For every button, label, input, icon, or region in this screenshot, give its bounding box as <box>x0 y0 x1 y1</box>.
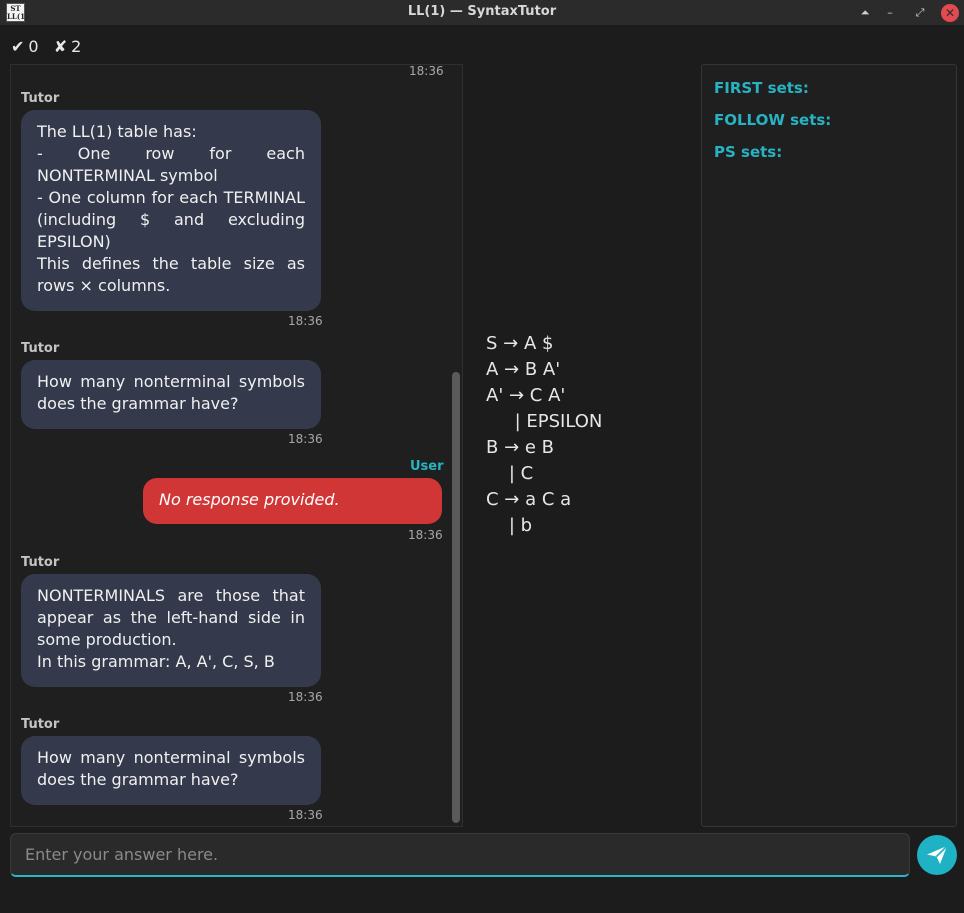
title-bar: ST LL(1) LL(1) — SyntaxTutor ⏶ – ⤢ ✕ <box>0 0 964 26</box>
answer-input[interactable] <box>10 833 910 877</box>
grammar-line: | b <box>486 515 533 536</box>
user-message-bubble: No response provided. <box>143 478 442 524</box>
message-sender: Tutor <box>21 91 60 106</box>
correct-icon: ✔ <box>11 37 25 56</box>
message-sender: Tutor <box>21 341 60 356</box>
chat-scrollbar-thumb[interactable] <box>452 372 460 823</box>
correct-count: 0 <box>28 37 39 56</box>
tutor-message-bubble: How many nonterminal symbols does the gr… <box>21 736 321 805</box>
grammar-display: S → A $ A → B A' A' → C A' | EPSILON B →… <box>486 331 602 539</box>
close-button[interactable]: ✕ <box>941 4 959 22</box>
first-sets-label: FIRST sets: <box>714 79 809 97</box>
chat-panel[interactable]: 18:36 Tutor The LL(1) table has: - One r… <box>10 64 463 827</box>
message-time: 18:36 <box>288 690 323 704</box>
message-sender-user: User <box>410 459 444 474</box>
grammar-line: | C <box>486 463 534 484</box>
grammar-line: C → a C a <box>486 489 572 510</box>
message-time: 18:36 <box>409 64 444 78</box>
minimize-button[interactable]: – <box>881 4 899 22</box>
window-title: LL(1) — SyntaxTutor <box>407 4 557 19</box>
send-button[interactable] <box>917 835 957 875</box>
maximize-button[interactable]: ⤢ <box>911 4 929 22</box>
score-counter: ✔ 0 ✘ 2 <box>11 37 85 56</box>
chat-scrollbar[interactable] <box>452 65 460 826</box>
keep-above-button[interactable]: ⏶ <box>856 4 874 22</box>
message-time: 18:36 <box>288 432 323 446</box>
grammar-line: A' → C A' <box>486 385 566 406</box>
tutor-message-bubble: How many nonterminal symbols does the gr… <box>21 360 321 429</box>
sets-panel: FIRST sets: FOLLOW sets: PS sets: <box>701 64 957 827</box>
grammar-line: A → B A' <box>486 359 561 380</box>
message-time: 18:36 <box>288 808 323 822</box>
grammar-line: S → A $ <box>486 333 554 354</box>
wrong-count: 2 <box>71 37 82 56</box>
send-icon <box>927 845 948 864</box>
grammar-line: | EPSILON <box>486 411 603 432</box>
follow-sets-label: FOLLOW sets: <box>714 111 832 129</box>
tutor-message-bubble: The LL(1) table has: - One row for each … <box>21 110 321 311</box>
message-time: 18:36 <box>408 528 443 542</box>
grammar-line: B → e B <box>486 437 555 458</box>
message-sender: Tutor <box>21 717 60 732</box>
tutor-message-bubble: NONTERMINALS are those that appear as th… <box>21 574 321 687</box>
ps-sets-label: PS sets: <box>714 143 783 161</box>
message-time: 18:36 <box>288 314 323 328</box>
wrong-icon: ✘ <box>53 37 68 56</box>
message-sender: Tutor <box>21 555 60 570</box>
